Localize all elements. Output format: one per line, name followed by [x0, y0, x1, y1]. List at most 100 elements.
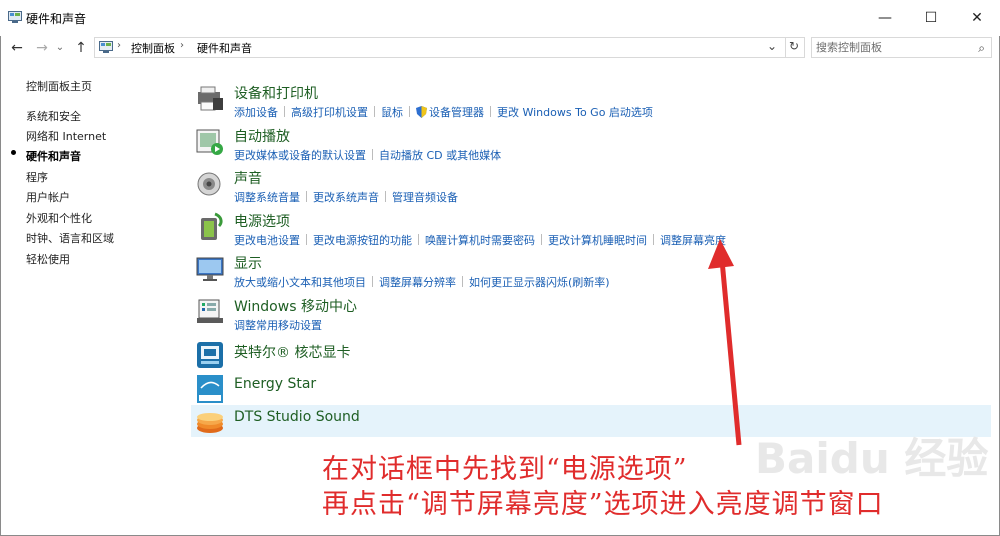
category-title[interactable]: Energy Star	[234, 376, 316, 392]
link-divider	[462, 276, 463, 287]
printer-icon	[198, 86, 223, 111]
speaker-icon	[197, 172, 221, 196]
sidebar-item-user-accounts[interactable]: 用户帐户	[26, 189, 70, 205]
mobility-center-icon	[197, 299, 223, 323]
link-mouse[interactable]: 鼠标	[381, 106, 403, 119]
link-divider	[372, 276, 373, 287]
sidebar-item-hardware-sound[interactable]: 硬件和声音	[26, 148, 81, 164]
link-divider	[541, 234, 542, 245]
category-autoplay: 自动播放 更改媒体或设备的默认设置 自动播放 CD 或其他媒体	[191, 126, 991, 163]
link-divider	[306, 234, 307, 245]
back-arrow-icon[interactable]: ←	[8, 38, 26, 58]
link-windows-to-go[interactable]: 更改 Windows To Go 启动选项	[497, 106, 653, 119]
address-dropdown-icon[interactable]: ⌄	[767, 39, 777, 53]
link-change-battery-settings[interactable]: 更改电池设置	[234, 234, 300, 247]
link-autoplay-cd[interactable]: 自动播放 CD 或其他媒体	[379, 149, 501, 162]
link-add-device[interactable]: 添加设备	[234, 106, 278, 119]
link-divider	[653, 234, 654, 245]
category-links: 添加设备 高级打印机设置 鼠标 设备管理器 更改 Windows To Go 启动选项	[234, 104, 653, 120]
category-title[interactable]: 设备和打印机	[234, 83, 318, 103]
monitor-icon	[196, 257, 224, 281]
category-sound: 声音 调整系统音量 更改系统声音 管理音频设备	[191, 168, 991, 205]
category-title[interactable]: DTS Studio Sound	[234, 409, 360, 425]
link-manage-audio-devices[interactable]: 管理音频设备	[392, 191, 458, 204]
link-power-button-function[interactable]: 更改电源按钮的功能	[313, 234, 412, 247]
search-input[interactable]	[816, 40, 966, 55]
sidebar-item-network-internet[interactable]: 网络和 Internet	[26, 128, 106, 144]
annotation-line-2: 再点击“调节屏幕亮度”选项进入亮度调节窗口	[322, 489, 884, 520]
sidebar-item-appearance[interactable]: 外观和个性化	[26, 210, 92, 226]
address-divider	[785, 38, 786, 57]
red-arrow-icon	[708, 239, 742, 446]
link-divider	[490, 106, 491, 117]
category-title[interactable]: 自动播放	[234, 126, 290, 146]
baidu-watermark: Baidu 经验	[755, 434, 989, 483]
annotation-line-1: 在对话框中先找到“电源选项”	[322, 454, 688, 485]
sidebar-item-control-panel-home[interactable]: 控制面板主页	[26, 78, 92, 94]
window-title: 硬件和声音	[26, 12, 87, 26]
category-energy-star: Energy Star	[191, 374, 991, 406]
control-panel-icon	[8, 11, 22, 23]
sidebar-item-clock-language-region[interactable]: 时钟、语言和区域	[26, 230, 114, 246]
link-adjust-resolution[interactable]: 调整屏幕分辨率	[379, 276, 456, 289]
category-links: 放大或缩小文本和其他项目 调整屏幕分辨率 如何更正显示器闪烁(刷新率)	[234, 274, 610, 290]
link-divider	[409, 106, 410, 117]
category-links: 调整常用移动设置	[234, 317, 322, 333]
category-title[interactable]: Windows 移动中心	[234, 296, 357, 316]
category-power-options: 电源选项 更改电池设置 更改电源按钮的功能 唤醒计算机时需要密码 更改计算机睡眠时间调…	[191, 211, 991, 248]
category-devices-printers: 设备和打印机 添加设备 高级打印机设置 鼠标 设备管理器 更改 Windows To G…	[191, 83, 991, 120]
sidebar-item-programs[interactable]: 程序	[26, 169, 48, 185]
dts-sound-icon	[197, 413, 223, 433]
category-display: 显示 放大或缩小文本和其他项目 调整屏幕分辨率 如何更正显示器闪烁(刷新率)	[191, 253, 991, 290]
link-divider	[306, 191, 307, 202]
link-change-system-sounds[interactable]: 更改系统声音	[313, 191, 379, 204]
link-divider	[385, 191, 386, 202]
sidebar-item-ease-of-access[interactable]: 轻松使用	[26, 251, 70, 267]
recent-locations-chevron-icon[interactable]: ⌄	[54, 38, 66, 58]
link-fix-monitor-flicker[interactable]: 如何更正显示器闪烁(刷新率)	[469, 276, 610, 289]
shield-icon	[416, 106, 427, 118]
refresh-icon[interactable]: ↻	[789, 39, 799, 53]
category-title[interactable]: 电源选项	[234, 211, 290, 231]
title-bar: 硬件和声音 — ☐ ✕	[0, 0, 1000, 36]
control-panel-small-icon	[99, 41, 113, 53]
breadcrumb-hardware-sound[interactable]: 硬件和声音	[197, 40, 252, 56]
up-arrow-icon[interactable]: ↑	[72, 38, 90, 58]
search-icon[interactable]: ⌕	[978, 41, 985, 56]
autoplay-icon	[196, 129, 223, 155]
category-links: 更改媒体或设备的默认设置 自动播放 CD 或其他媒体	[234, 147, 501, 163]
category-links: 更改电池设置 更改电源按钮的功能 唤醒计算机时需要密码 更改计算机睡眠时间 调整屏幕亮度	[234, 232, 726, 248]
breadcrumb-separator-icon[interactable]: ›	[117, 40, 121, 51]
category-intel-graphics: 英特尔® 核芯显卡	[191, 340, 991, 372]
energy-star-icon	[197, 375, 223, 403]
search-box[interactable]: ⌕	[811, 37, 992, 58]
close-button[interactable]: ✕	[954, 0, 1000, 36]
intel-graphics-icon	[197, 342, 223, 368]
link-change-media-defaults[interactable]: 更改媒体或设备的默认设置	[234, 149, 366, 162]
address-bar[interactable]: › 控制面板 › 硬件和声音 ⌄ ↻	[94, 37, 805, 58]
link-advanced-printer-settings[interactable]: 高级打印机设置	[291, 106, 368, 119]
category-title[interactable]: 声音	[234, 168, 262, 188]
category-links: 调整系统音量 更改系统声音 管理音频设备	[234, 189, 458, 205]
breadcrumb-separator-icon[interactable]: ›	[180, 40, 184, 51]
category-title[interactable]: 英特尔® 核芯显卡	[234, 342, 350, 362]
link-adjust-mobility-settings[interactable]: 调整常用移动设置	[234, 319, 322, 332]
link-device-manager[interactable]: 设备管理器	[429, 106, 484, 119]
category-title[interactable]: 显示	[234, 253, 262, 273]
link-change-sleep-time[interactable]: 更改计算机睡眠时间	[548, 234, 647, 247]
active-bullet-icon	[11, 150, 16, 155]
maximize-button[interactable]: ☐	[908, 0, 954, 36]
forward-arrow-icon[interactable]: →	[33, 38, 51, 58]
link-resize-text[interactable]: 放大或缩小文本和其他项目	[234, 276, 366, 289]
power-icon	[201, 212, 223, 240]
breadcrumb-control-panel[interactable]: 控制面板	[131, 40, 175, 56]
link-divider	[418, 234, 419, 245]
minimize-button[interactable]: —	[862, 0, 908, 36]
category-mobility-center: Windows 移动中心 调整常用移动设置	[191, 296, 991, 333]
navigation-bar: ← → ⌄ ↑ › 控制面板 › 硬件和声音 ⌄ ↻ ⌕	[0, 36, 1000, 60]
link-divider	[284, 106, 285, 117]
link-adjust-volume[interactable]: 调整系统音量	[234, 191, 300, 204]
sidebar-item-system-security[interactable]: 系统和安全	[26, 108, 81, 124]
link-divider	[372, 149, 373, 160]
link-require-password-on-wake[interactable]: 唤醒计算机时需要密码	[425, 234, 535, 247]
